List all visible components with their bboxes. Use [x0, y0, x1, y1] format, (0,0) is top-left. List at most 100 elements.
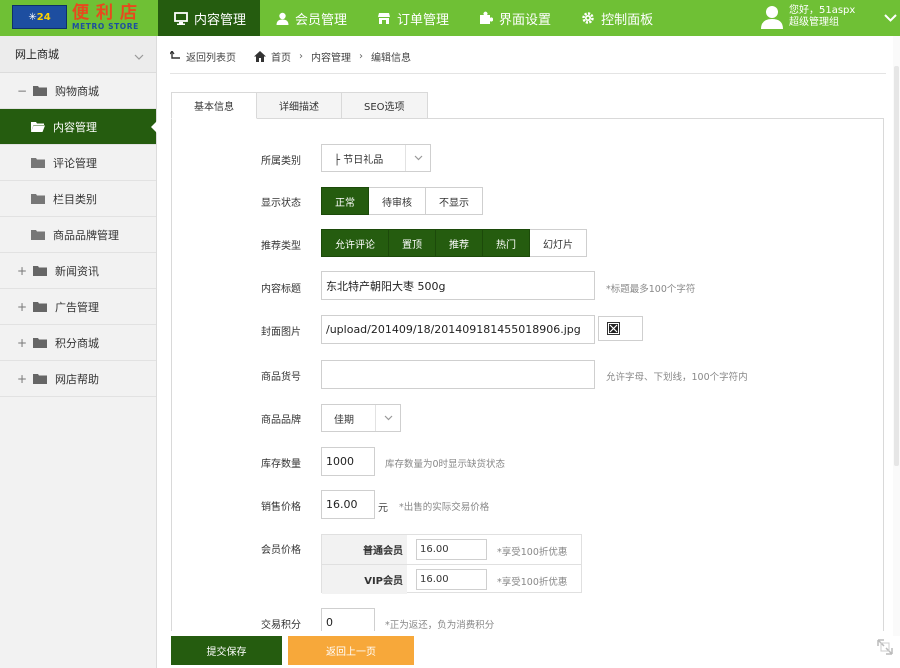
back-arrow-icon: [170, 51, 180, 59]
collapse-icon[interactable]: −: [17, 84, 27, 98]
sku-input[interactable]: [321, 360, 595, 389]
brand-select-value: 佳期: [334, 414, 354, 426]
folder-icon: [31, 193, 45, 204]
cover-image-input[interactable]: /upload/201409/18/201409181455018906.jpg: [321, 315, 595, 344]
title-input[interactable]: 东北特产朝阳大枣 500g: [321, 271, 595, 300]
sidebar-item-help[interactable]: + 网店帮助: [0, 361, 156, 397]
expand-icon[interactable]: +: [17, 372, 27, 386]
member-level-name: VIP会员: [322, 565, 407, 594]
nav-label: 界面设置: [499, 12, 552, 28]
back-to-list-link[interactable]: 返回列表页: [170, 49, 236, 64]
logo-badge-number: 24: [36, 12, 51, 23]
expand-icon[interactable]: +: [17, 300, 27, 314]
stock-input[interactable]: 1000: [321, 447, 375, 476]
category-select[interactable]: ├ 节日礼品: [321, 144, 431, 172]
tab-seo-options[interactable]: SEO选项: [342, 92, 428, 119]
scrollbar-thumb[interactable]: [894, 66, 899, 466]
sidebar-item-news[interactable]: + 新闻资讯: [0, 253, 156, 289]
nav-interface-settings[interactable]: 界面设置: [463, 0, 565, 36]
folder-icon: [33, 373, 47, 384]
expand-icon[interactable]: +: [17, 336, 27, 350]
sidebar-header-label: 网上商城: [15, 48, 59, 61]
brand-select[interactable]: 佳期: [321, 404, 401, 432]
nav-member-management[interactable]: 会员管理: [260, 0, 361, 36]
home-icon: [254, 50, 266, 62]
stock-hint: 库存数量为0时显示缺货状态: [385, 459, 506, 470]
member-price-row: VIP会员 16.00 *享受100折优惠: [322, 564, 581, 594]
user-greeting: 您好，51aspx: [789, 5, 856, 16]
member-price-table: 普通会员 16.00 *享受100折优惠 VIP会员 16.00 *享受100折…: [321, 534, 582, 594]
user-menu[interactable]: 您好，51aspx 超级管理组: [760, 4, 900, 34]
sidebar-item-brand-management[interactable]: 商品品牌管理: [0, 217, 156, 253]
cover-image-preview[interactable]: [598, 316, 643, 341]
sidebar-header[interactable]: 网上商城: [0, 36, 156, 73]
brand-label: 商品品牌: [261, 415, 301, 426]
breadcrumb-home[interactable]: 首页: [254, 49, 291, 64]
folder-icon: [33, 265, 47, 276]
nav-label: 订单管理: [397, 12, 450, 28]
member-price-input[interactable]: 16.00: [416, 539, 487, 560]
submit-save-button[interactable]: 提交保存: [171, 636, 282, 665]
folder-open-icon: [31, 121, 45, 132]
price-input[interactable]: 16.00: [321, 490, 375, 519]
scrollbar[interactable]: [893, 36, 900, 636]
status-button-group: 正常 待审核 不显示: [321, 187, 483, 215]
expand-icon[interactable]: +: [17, 264, 27, 278]
sidebar-item-comment-management[interactable]: 评论管理: [0, 145, 156, 181]
chevron-down-icon[interactable]: [884, 12, 897, 25]
avatar-icon: [761, 5, 783, 32]
sidebar-item-label: 商品品牌管理: [53, 228, 119, 242]
resize-icon[interactable]: [876, 638, 894, 659]
chevron-down-icon: [134, 50, 144, 63]
recommend-option-top[interactable]: 置顶: [389, 229, 436, 257]
sidebar-item-points-mall[interactable]: + 积分商城: [0, 325, 156, 361]
nav-label: 控制面板: [601, 12, 654, 28]
sidebar-item-shopping-mall[interactable]: − 购物商城: [0, 73, 156, 109]
logo[interactable]: ✳24 便利店 METRO STORE: [0, 0, 158, 36]
recommend-option-slideshow[interactable]: 幻灯片: [530, 229, 587, 257]
sidebar-item-ads[interactable]: + 广告管理: [0, 289, 156, 325]
folder-icon: [31, 229, 45, 240]
user-icon: [276, 12, 289, 25]
divider: [170, 73, 886, 74]
member-price-hint: *享受100折优惠: [497, 547, 568, 558]
top-bar: ✳24 便利店 METRO STORE 内容管理 会员管理 订单管理 界面设置 …: [0, 0, 900, 36]
member-price-input[interactable]: 16.00: [416, 569, 487, 590]
member-price-hint: *享受100折优惠: [497, 577, 568, 588]
main-nav: 内容管理 会员管理 订单管理 界面设置 控制面板: [158, 0, 667, 36]
breadcrumb-section[interactable]: 内容管理: [311, 49, 351, 64]
tab-basic-info[interactable]: 基本信息: [171, 92, 257, 119]
price-unit: 元: [378, 503, 388, 514]
nav-control-panel[interactable]: 控制面板: [565, 0, 667, 36]
monitor-icon: [174, 11, 188, 25]
logo-star-icon: ✳: [28, 12, 37, 23]
tab-detail-description[interactable]: 详细描述: [257, 92, 342, 119]
status-option-normal[interactable]: 正常: [321, 187, 369, 215]
nav-order-management[interactable]: 订单管理: [361, 0, 463, 36]
sidebar: 网上商城 − 购物商城 内容管理 评论管理 栏目类别 商品品牌管理 + 新闻资讯…: [0, 36, 157, 668]
sidebar-item-column-category[interactable]: 栏目类别: [0, 181, 156, 217]
logo-name-en: METRO STORE: [72, 22, 139, 31]
price-label: 销售价格: [261, 502, 301, 513]
breadcrumb-separator: ›: [299, 50, 303, 62]
puzzle-icon: [479, 11, 494, 25]
recommend-option-hot[interactable]: 热门: [483, 229, 530, 257]
sidebar-item-content-management[interactable]: 内容管理: [0, 109, 157, 145]
category-label: 所属类别: [261, 156, 301, 167]
nav-label: 会员管理: [295, 12, 348, 28]
points-label: 交易积分: [261, 620, 301, 631]
sidebar-item-label: 内容管理: [53, 120, 97, 134]
breadcrumb-current: 编辑信息: [371, 52, 411, 64]
recommend-label: 推荐类型: [261, 241, 301, 252]
go-back-button[interactable]: 返回上一页: [288, 636, 414, 665]
nav-content-management[interactable]: 内容管理: [158, 0, 261, 36]
folder-icon: [33, 301, 47, 312]
status-option-pending[interactable]: 待审核: [369, 187, 426, 215]
sidebar-item-label: 网店帮助: [55, 372, 99, 386]
sidebar-item-label: 广告管理: [55, 300, 99, 314]
status-option-hidden[interactable]: 不显示: [426, 187, 483, 215]
member-level-name: 普通会员: [322, 535, 407, 564]
recommend-option-recommend[interactable]: 推荐: [436, 229, 483, 257]
recommend-option-allow-comment[interactable]: 允许评论: [321, 229, 389, 257]
breadcrumb: 返回列表页 首页 › 内容管理 › 编辑信息: [170, 44, 411, 68]
